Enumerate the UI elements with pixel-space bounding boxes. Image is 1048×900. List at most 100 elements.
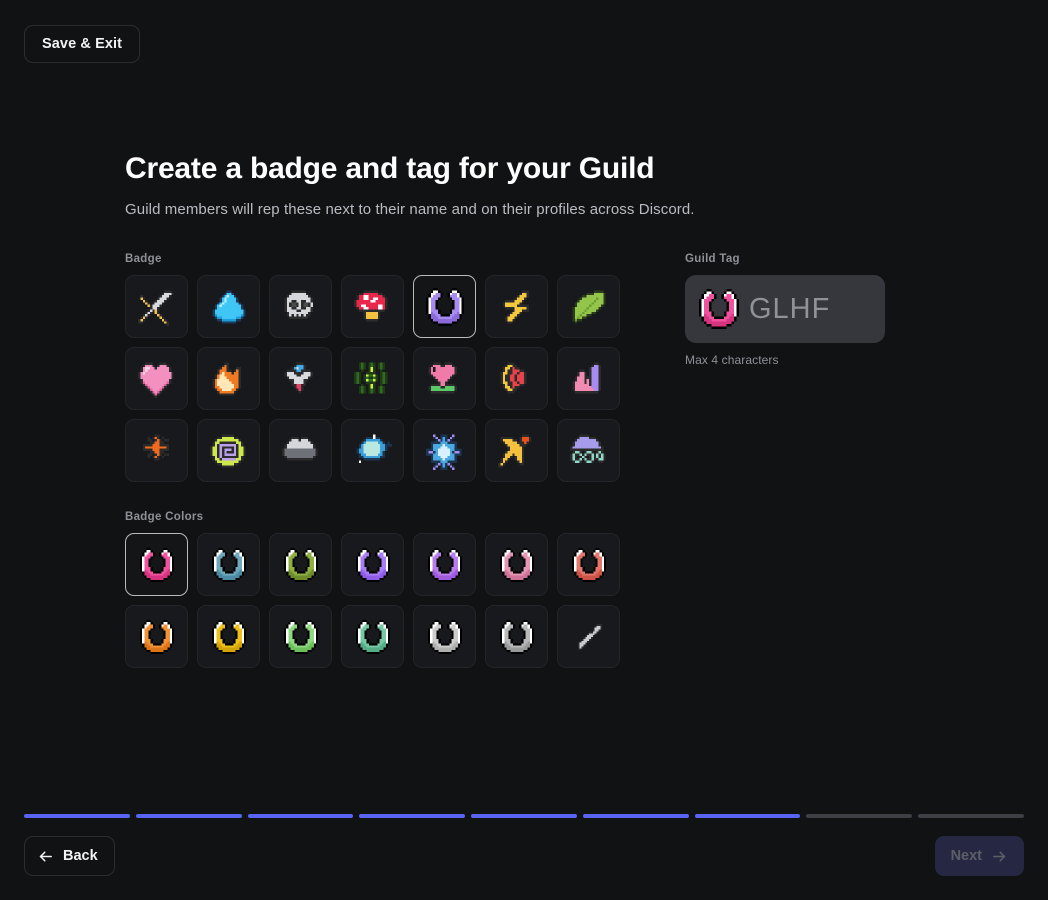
crescent-moon-swatch-icon xyxy=(283,547,318,582)
page-subtitle: Guild members will rep these next to the… xyxy=(125,201,695,218)
badge-section: Badge xyxy=(125,253,685,482)
arrow-left-icon xyxy=(39,850,52,862)
color-light-green[interactable] xyxy=(269,605,332,668)
color-orange[interactable] xyxy=(125,605,188,668)
progress-indicator xyxy=(24,814,1025,818)
skull-icon xyxy=(282,288,320,326)
crystal-cluster-icon xyxy=(570,360,608,398)
save-and-exit-button[interactable]: Save & Exit xyxy=(24,25,141,63)
sun-burst-badge[interactable] xyxy=(341,347,404,410)
gem-diamond-badge[interactable] xyxy=(269,347,332,410)
crossed-swords-badge[interactable] xyxy=(125,275,188,338)
crescent-moon-swatch-icon xyxy=(211,547,246,582)
color-teal-blue[interactable] xyxy=(197,533,260,596)
sparkle-star-badge[interactable] xyxy=(125,419,188,482)
lightning-bolt-icon xyxy=(498,288,536,326)
flame-icon xyxy=(210,360,248,398)
back-button[interactable]: Back xyxy=(24,836,115,876)
crescent-moon-swatch-icon xyxy=(355,619,390,654)
crescent-moon-swatch-icon xyxy=(499,547,534,582)
sun-burst-icon xyxy=(353,360,392,398)
progress-segment xyxy=(135,814,242,818)
snowflake-badge[interactable] xyxy=(413,419,476,482)
guild-tag-badge-preview-icon xyxy=(699,289,739,329)
badge-section-label: Badge xyxy=(125,253,162,265)
back-button-label: Back xyxy=(63,848,98,864)
rainbow-moons-icon xyxy=(498,360,536,398)
color-rose-pink[interactable] xyxy=(485,533,548,596)
guild-tag-input[interactable]: GLHF xyxy=(685,275,885,343)
guild-tag-label: Guild Tag xyxy=(685,253,740,265)
leaf-icon xyxy=(570,288,608,326)
progress-segment xyxy=(694,814,801,818)
badge-colors-grid xyxy=(125,533,685,668)
color-mint-green[interactable] xyxy=(341,605,404,668)
eyedropper-icon xyxy=(574,622,604,652)
right-column: Guild Tag GLHF Max 4 characters xyxy=(685,253,925,668)
rainbow-moons-badge[interactable] xyxy=(485,347,548,410)
color-violet[interactable] xyxy=(413,533,476,596)
eyedropper-custom-color[interactable] xyxy=(557,605,620,668)
crescent-moon-swatch-icon xyxy=(355,547,390,582)
progress-segment xyxy=(806,814,913,818)
progress-segment xyxy=(247,814,354,818)
badge-creation-screen: Save & Exit Create a badge and tag for y… xyxy=(0,0,1048,900)
planet-orb-badge[interactable] xyxy=(341,419,404,482)
color-olive-green[interactable] xyxy=(269,533,332,596)
color-silver-gray[interactable] xyxy=(485,605,548,668)
footer-bar: Back Next xyxy=(0,836,1048,900)
flame-badge[interactable] xyxy=(197,347,260,410)
crystal-cluster-badge[interactable] xyxy=(557,347,620,410)
color-gold-yellow[interactable] xyxy=(197,605,260,668)
water-droplet-icon xyxy=(210,288,248,326)
gem-diamond-icon xyxy=(282,360,320,398)
crescent-moon-swatch-icon xyxy=(499,619,534,654)
shooting-star-badge[interactable] xyxy=(485,419,548,482)
color-pink[interactable] xyxy=(125,533,188,596)
sparkle-star-icon xyxy=(138,432,176,470)
crescent-moon-swatch-icon xyxy=(139,547,174,582)
heart-icon xyxy=(137,360,176,398)
badge-colors-section-label: Badge Colors xyxy=(125,511,204,523)
progress-segment xyxy=(582,814,689,818)
flower-heart-badge[interactable] xyxy=(413,347,476,410)
progress-segment xyxy=(359,814,466,818)
wind-cloud-badge[interactable] xyxy=(557,419,620,482)
mushroom-icon xyxy=(353,288,392,326)
lightning-bolt-badge[interactable] xyxy=(485,275,548,338)
next-button[interactable]: Next xyxy=(934,836,1024,876)
storm-cloud-badge[interactable] xyxy=(269,419,332,482)
wind-cloud-icon xyxy=(569,432,608,470)
progress-segment xyxy=(471,814,577,818)
badge-grid xyxy=(125,275,685,482)
crescent-moon-icon xyxy=(425,287,464,326)
skull-badge[interactable] xyxy=(269,275,332,338)
crescent-moon-swatch-icon xyxy=(571,547,606,582)
color-light-gray[interactable] xyxy=(413,605,476,668)
heart-badge[interactable] xyxy=(125,347,188,410)
water-droplet-badge[interactable] xyxy=(197,275,260,338)
arrow-right-icon xyxy=(993,850,1006,862)
guild-tag-text: GLHF xyxy=(749,292,831,325)
crossed-swords-icon xyxy=(137,288,176,326)
flower-heart-icon xyxy=(426,360,464,398)
guild-tag-hint: Max 4 characters xyxy=(685,353,779,367)
crescent-moon-swatch-icon xyxy=(283,619,318,654)
leaf-badge[interactable] xyxy=(557,275,620,338)
progress-segment xyxy=(918,814,1025,818)
mushroom-badge[interactable] xyxy=(341,275,404,338)
crescent-moon-swatch-icon xyxy=(139,619,174,654)
color-purple[interactable] xyxy=(341,533,404,596)
crescent-moon-badge[interactable] xyxy=(413,275,476,338)
crescent-moon-swatch-icon xyxy=(427,547,462,582)
main-content: Create a badge and tag for your Guild Gu… xyxy=(125,150,925,668)
color-salmon-red[interactable] xyxy=(557,533,620,596)
next-button-label: Next xyxy=(950,848,982,864)
shooting-star-icon xyxy=(497,432,536,470)
spiral-swirl-badge[interactable] xyxy=(197,419,260,482)
planet-orb-icon xyxy=(354,432,392,470)
badge-colors-section: Badge Colors xyxy=(125,511,685,668)
storm-cloud-icon xyxy=(281,432,320,470)
crescent-moon-swatch-icon xyxy=(211,619,246,654)
left-column: Badge Badge Colors xyxy=(125,253,685,668)
